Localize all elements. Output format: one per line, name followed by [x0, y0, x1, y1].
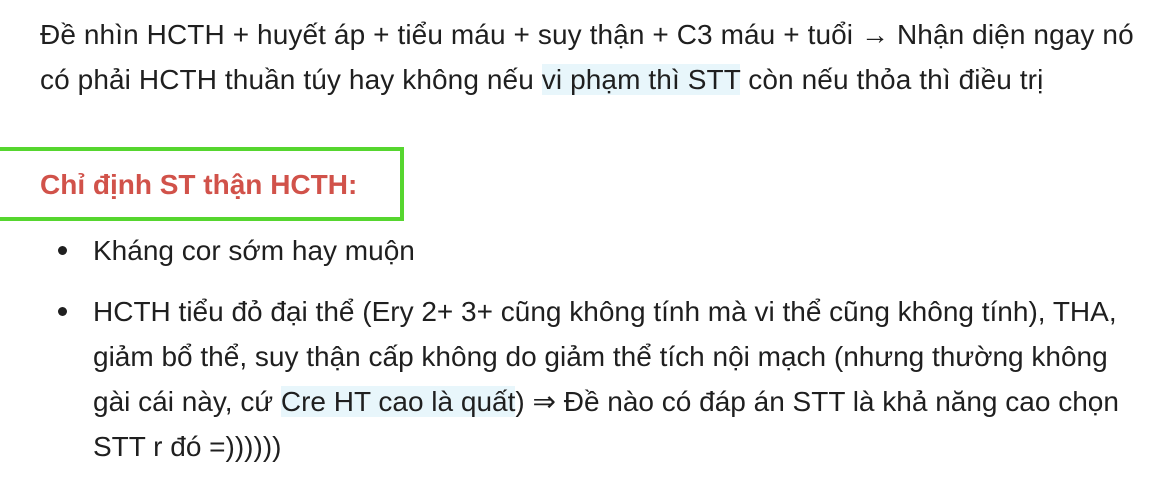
- intro-paragraph: Đề nhìn HCTH + huyết áp + tiểu máu + suy…: [40, 12, 1155, 102]
- list-item: Kháng cor sớm hay muộn: [0, 228, 1140, 273]
- list-item: HCTH tiểu đỏ đại thể (Ery 2+ 3+ cũng khô…: [0, 289, 1140, 469]
- intro-text-2: còn nếu thỏa thì điều trị: [740, 64, 1044, 95]
- list-item-text: Kháng cor sớm hay muộn: [93, 235, 415, 266]
- intro-highlight: vi phạm thì STT: [541, 64, 741, 95]
- indication-list: Kháng cor sớm hay muộn HCTH tiểu đỏ đại …: [0, 228, 1140, 485]
- bullet-icon: [58, 246, 67, 255]
- document-body: Đề nhìn HCTH + huyết áp + tiểu máu + suy…: [40, 12, 1155, 102]
- bullet-icon: [58, 307, 67, 316]
- section-heading: Chỉ định ST thận HCTH:: [40, 169, 358, 200]
- list-item-highlight: Cre HT cao là quất: [280, 386, 516, 417]
